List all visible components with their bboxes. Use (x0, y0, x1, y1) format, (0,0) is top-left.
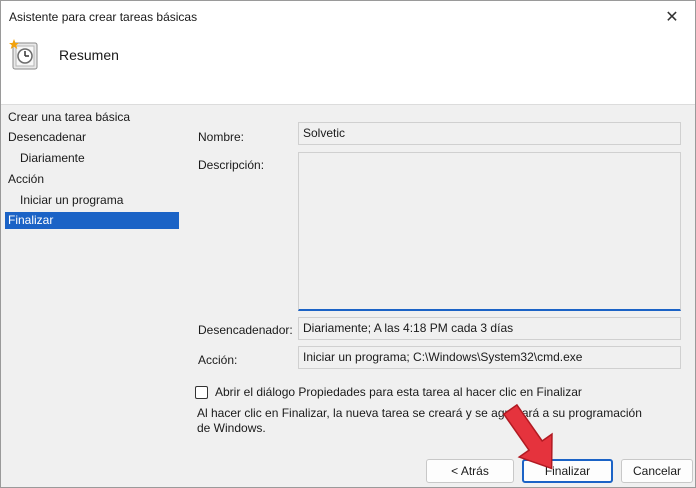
action-field[interactable]: Iniciar un programa; C:\Windows\System32… (298, 346, 681, 369)
name-label: Nombre: (198, 130, 245, 144)
open-properties-checkbox[interactable] (195, 385, 208, 399)
action-label: Acción: (198, 353, 238, 367)
name-field[interactable]: Solvetic (298, 122, 681, 145)
nav-item-diariamente[interactable]: Diariamente (20, 150, 178, 167)
window-title: Asistente para crear tareas básicas (9, 10, 198, 24)
trigger-field[interactable]: Diariamente; A las 4:18 PM cada 3 días (298, 317, 681, 340)
description-label: Descripción: (198, 158, 265, 172)
red-arrow-pointer (502, 403, 553, 470)
title-bar: Asistente para crear tareas básicas ✕ (1, 1, 695, 33)
page-title: Resumen (59, 47, 119, 63)
wizard-window: Asistente para crear tareas básicas ✕ Re… (0, 0, 696, 488)
close-icon[interactable]: ✕ (649, 1, 695, 33)
nav-item-accion[interactable]: Acción (8, 171, 178, 188)
task-clock-icon (9, 39, 38, 70)
nav-item-iniciar-programa[interactable]: Iniciar un programa (20, 192, 178, 209)
trigger-label: Desencadenador: (198, 323, 293, 337)
nav-item-crear-tarea[interactable]: Crear una tarea básica (8, 109, 178, 126)
nav-item-finalizar[interactable]: Finalizar (5, 212, 179, 229)
wizard-steps-nav: Crear una tarea básica Desencadenar Diar… (1, 105, 181, 445)
wizard-header: Resumen (1, 33, 695, 105)
open-properties-row[interactable]: Abrir el diálogo Propiedades para esta t… (195, 384, 582, 400)
finish-note: Al hacer clic en Finalizar, la nueva tar… (197, 406, 642, 435)
open-properties-label[interactable]: Abrir el diálogo Propiedades para esta t… (215, 385, 582, 399)
nav-item-desencadenar[interactable]: Desencadenar (8, 129, 178, 146)
cancel-button[interactable]: Cancelar (621, 459, 693, 483)
description-field[interactable] (298, 152, 681, 311)
